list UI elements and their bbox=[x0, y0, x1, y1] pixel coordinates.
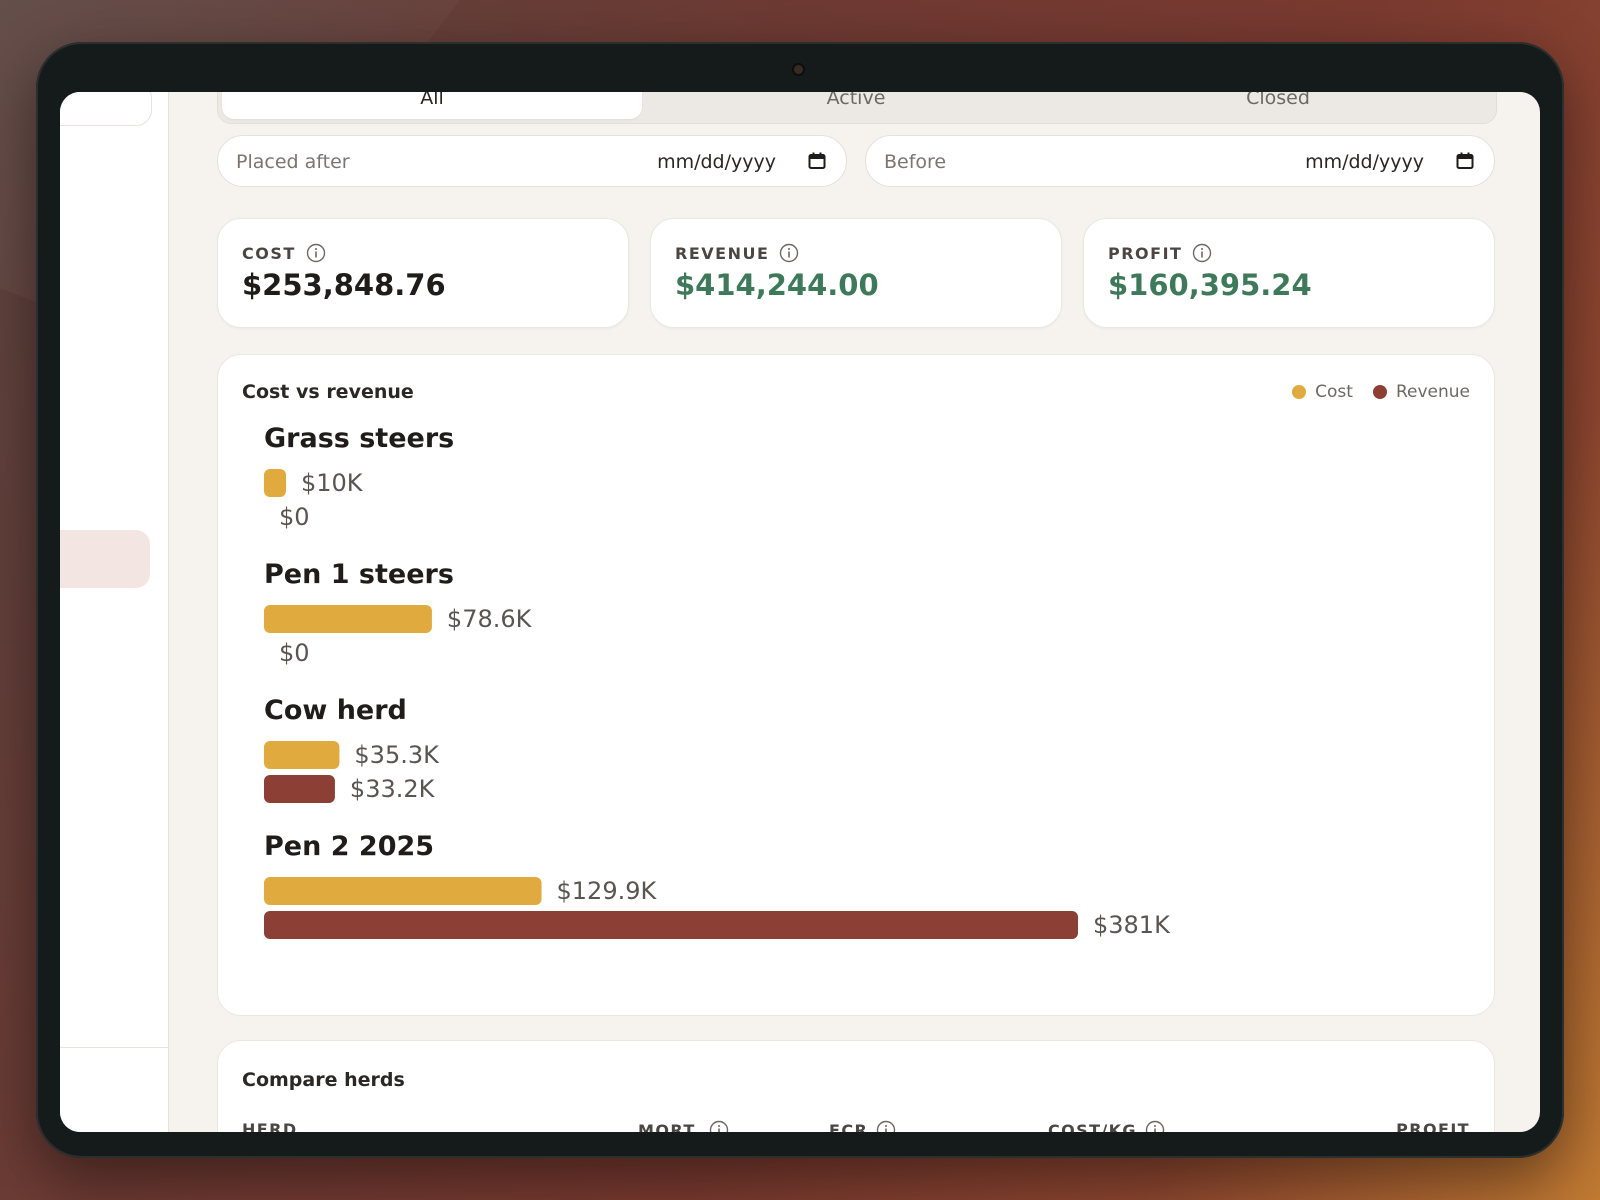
bar-revenue bbox=[264, 911, 1078, 939]
sidebar-top-item[interactable] bbox=[60, 92, 152, 126]
chart-legend: Cost Revenue bbox=[1292, 382, 1470, 402]
calendar-icon[interactable] bbox=[1456, 152, 1474, 170]
cost-vs-revenue-card: Grass steers $10K $0 Pen 1 steers $78.6K $0 Co… bbox=[217, 354, 1495, 1016]
profit-label: PROFIT bbox=[1108, 243, 1183, 263]
column-header-fcr[interactable]: FCR bbox=[829, 1120, 896, 1132]
chart-title: Cost vs revenue bbox=[242, 381, 414, 403]
cost-card: COST $253,848.76 bbox=[217, 218, 629, 328]
bar-value-label: $0 bbox=[279, 639, 310, 667]
before-field[interactable]: Before mm/dd/yyyy bbox=[865, 135, 1495, 187]
category-label: Cow herd bbox=[264, 695, 407, 726]
column-header-mort[interactable]: MORT. bbox=[638, 1120, 729, 1132]
bar-cost bbox=[264, 741, 340, 769]
column-header-herd[interactable]: HERD bbox=[242, 1120, 298, 1132]
legend-label-revenue: Revenue bbox=[1395, 382, 1470, 402]
cost-value: $253,848.76 bbox=[242, 268, 446, 302]
category-label: Pen 1 steers bbox=[264, 559, 454, 590]
category-label: Grass steers bbox=[264, 423, 454, 454]
bar-value-label: $129.9K bbox=[557, 877, 658, 905]
column-label: COST/KG bbox=[1048, 1120, 1137, 1133]
bar-value-label: $0 bbox=[279, 503, 310, 531]
column-label: HERD bbox=[242, 1120, 298, 1132]
cost-vs-revenue-chart: Grass steers $10K $0 Pen 1 steers $78.6K $0 Co… bbox=[264, 423, 1171, 939]
bar-revenue bbox=[264, 775, 335, 803]
tab-active[interactable]: Active bbox=[646, 92, 1066, 119]
column-header-profit[interactable]: PROFIT bbox=[1396, 1120, 1470, 1132]
legend-dot-cost bbox=[1292, 385, 1307, 399]
column-label: FCR bbox=[829, 1120, 869, 1133]
bar-cost bbox=[264, 877, 542, 905]
bar-value-label: $33.2K bbox=[350, 775, 436, 803]
legend-item-cost[interactable]: Cost bbox=[1292, 382, 1353, 402]
cost-label: COST bbox=[242, 243, 296, 263]
tablet-frame: All Active Closed Placed after mm/dd/yyy… bbox=[36, 42, 1564, 1158]
info-icon[interactable] bbox=[779, 243, 799, 263]
column-label: MORT. bbox=[638, 1120, 701, 1133]
compare-herds-card: Compare herds HERD MORT. FCR COST/KG PRO… bbox=[217, 1040, 1495, 1132]
bar-cost bbox=[264, 469, 286, 497]
bar-value-label: $10K bbox=[301, 469, 364, 497]
info-icon[interactable] bbox=[709, 1120, 729, 1132]
bar-value-label: $78.6K bbox=[447, 605, 533, 633]
sidebar-divider bbox=[60, 1047, 168, 1048]
legend-label-cost: Cost bbox=[1315, 382, 1353, 402]
app-screen: All Active Closed Placed after mm/dd/yyy… bbox=[60, 92, 1540, 1132]
bar-value-label: $35.3K bbox=[354, 741, 440, 769]
placed-after-label: Placed after bbox=[236, 151, 350, 173]
tab-closed[interactable]: Closed bbox=[1068, 92, 1488, 119]
revenue-label: REVENUE bbox=[675, 243, 770, 263]
category-label: Pen 2 2025 bbox=[264, 831, 434, 862]
legend-dot-revenue bbox=[1372, 385, 1387, 399]
profit-card: PROFIT $160,395.24 bbox=[1083, 218, 1495, 328]
sidebar bbox=[60, 92, 169, 1132]
compare-title: Compare herds bbox=[242, 1069, 405, 1091]
placed-after-input[interactable]: mm/dd/yyyy bbox=[657, 151, 776, 173]
revenue-card: REVENUE $414,244.00 bbox=[650, 218, 1062, 328]
legend-item-revenue[interactable]: Revenue bbox=[1372, 382, 1470, 402]
bar-value-label: $381K bbox=[1093, 911, 1171, 939]
info-icon[interactable] bbox=[1145, 1120, 1165, 1132]
column-header-cost-kg[interactable]: COST/KG bbox=[1048, 1120, 1165, 1132]
tab-all[interactable]: All bbox=[222, 92, 642, 119]
before-input[interactable]: mm/dd/yyyy bbox=[1305, 151, 1424, 173]
profit-value: $160,395.24 bbox=[1108, 268, 1312, 302]
info-icon[interactable] bbox=[1192, 243, 1212, 263]
column-label: PROFIT bbox=[1396, 1120, 1470, 1132]
calendar-icon[interactable] bbox=[808, 152, 826, 170]
bar-cost bbox=[264, 605, 432, 633]
status-tabs: All Active Closed bbox=[217, 92, 1497, 124]
sidebar-active-item[interactable] bbox=[60, 530, 150, 588]
revenue-value: $414,244.00 bbox=[675, 268, 879, 302]
before-label: Before bbox=[884, 151, 947, 173]
info-icon[interactable] bbox=[306, 243, 326, 263]
info-icon[interactable] bbox=[876, 1120, 896, 1132]
camera-dot bbox=[794, 65, 803, 74]
placed-after-field[interactable]: Placed after mm/dd/yyyy bbox=[217, 135, 847, 187]
